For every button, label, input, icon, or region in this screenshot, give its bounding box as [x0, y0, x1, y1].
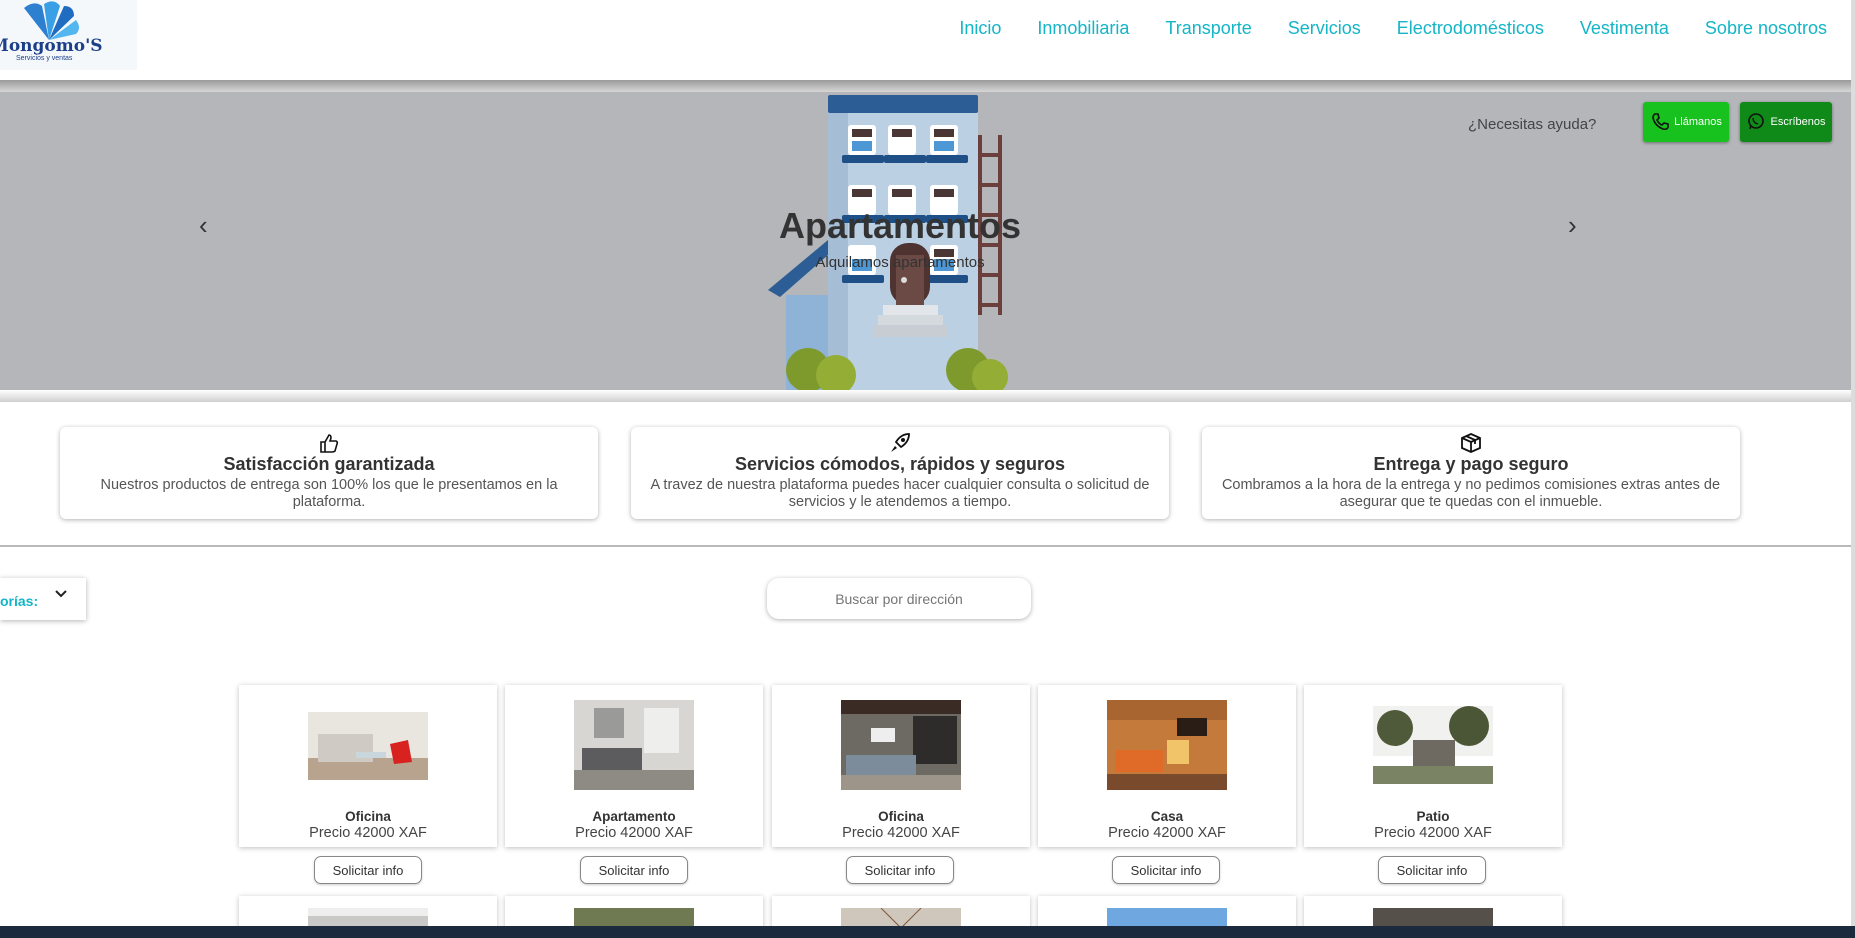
nav-transporte[interactable]: Transporte: [1165, 18, 1251, 39]
hero-title: Apartamentos: [778, 205, 1022, 246]
carousel-prev-icon[interactable]: ‹: [199, 212, 208, 238]
feature-title: Satisfacción garantizada: [223, 454, 435, 474]
feature-text: A travez de nuestra plataforma puedes ha…: [650, 477, 1150, 510]
whatsapp-button[interactable]: Escríbenos: [1740, 102, 1832, 142]
nav-vestimenta[interactable]: Vestimenta: [1580, 18, 1669, 39]
header-shadow: [0, 80, 1855, 92]
feature-text: Nuestros productos de entrega son 100% l…: [100, 477, 558, 510]
site-logo[interactable]: Mongomo'S Servicios y ventas: [0, 0, 137, 70]
listing-photo-house: [1107, 700, 1227, 790]
hero-carousel: Apartamentos Alquilamos apartamentos ‹ ›…: [0, 92, 1855, 390]
request-info-button[interactable]: Solicitar info: [314, 856, 422, 884]
listing-card[interactable]: Apartamento Precio 42000 XAF: [505, 685, 763, 847]
nav-servicios[interactable]: Servicios: [1288, 18, 1361, 39]
request-info-button[interactable]: Solicitar info: [1378, 856, 1486, 884]
listing-name: Apartamento: [592, 809, 676, 824]
main-nav: Inicio Inmobiliaria Transporte Servicios…: [923, 18, 1827, 39]
categories-dropdown[interactable]: orías:: [0, 578, 86, 620]
chevron-down-icon: [54, 586, 68, 604]
site-header: Mongomo'S Servicios y ventas Inicio Inmo…: [0, 0, 1855, 80]
page-scrollbar[interactable]: [1851, 0, 1855, 926]
categories-label: orías:: [0, 593, 39, 609]
feature-card-satisfaction: Satisfacción garantizada Nuestros produc…: [60, 427, 598, 519]
logo-subtitle: Servicios y ventas: [16, 55, 73, 62]
nav-inicio[interactable]: Inicio: [959, 18, 1001, 39]
whatsapp-icon: [1748, 113, 1765, 130]
rocket-icon: [891, 433, 910, 452]
nav-electrodomesticos[interactable]: Electrodomésticos: [1397, 18, 1544, 39]
call-button[interactable]: Llámanos: [1643, 102, 1729, 142]
feature-card-delivery: Entrega y pago seguro Combramos a la hor…: [1202, 427, 1740, 519]
listing-price: Precio 42000 XAF: [309, 825, 427, 841]
whatsapp-button-label: Escríbenos: [1770, 116, 1826, 128]
help-text: ¿Necesitas ayuda?: [1468, 116, 1597, 133]
hero-bottom-shadow: [0, 390, 1855, 402]
thumbs-up-icon: [320, 434, 339, 453]
listing-name: Casa: [1150, 809, 1184, 824]
listing-name: Oficina: [878, 809, 924, 824]
request-info-button[interactable]: Solicitar info: [846, 856, 954, 884]
listing-photo-apartment: [574, 700, 694, 790]
feature-title: Entrega y pago seguro: [1373, 454, 1569, 474]
listing-photo-office: [841, 700, 961, 790]
hero-subtitle: Alquilamos apartamentos: [815, 254, 985, 271]
listing-price: Precio 42000 XAF: [842, 825, 960, 841]
feature-title: Servicios cómodos, rápidos y seguros: [734, 454, 1066, 474]
os-taskbar: [0, 926, 1855, 938]
section-divider: [0, 545, 1855, 547]
logo-text: Mongomo'S: [0, 36, 103, 56]
request-info-button[interactable]: Solicitar info: [580, 856, 688, 884]
request-info-button[interactable]: Solicitar info: [1112, 856, 1220, 884]
carousel-next-icon[interactable]: ›: [1568, 212, 1577, 238]
listing-card[interactable]: Casa Precio 42000 XAF: [1038, 685, 1296, 847]
listing-name: Oficina: [345, 809, 391, 824]
listing-photo-office: [308, 700, 428, 790]
listing-price: Precio 42000 XAF: [575, 825, 693, 841]
listing-price: Precio 42000 XAF: [1108, 825, 1226, 841]
box-icon: [1461, 433, 1481, 453]
address-search-input[interactable]: [767, 578, 1031, 619]
feature-text: Combramos a la hora de la entrega y no p…: [1221, 477, 1721, 510]
call-button-label: Llámanos: [1674, 116, 1722, 128]
feature-card-services: Servicios cómodos, rápidos y seguros A t…: [631, 427, 1169, 519]
nav-inmobiliaria[interactable]: Inmobiliaria: [1037, 18, 1129, 39]
listing-card[interactable]: Oficina Precio 42000 XAF: [772, 685, 1030, 847]
listing-price: Precio 42000 XAF: [1374, 825, 1492, 841]
nav-sobre-nosotros[interactable]: Sobre nosotros: [1705, 18, 1827, 39]
listing-card[interactable]: Patio Precio 42000 XAF: [1304, 685, 1562, 847]
phone-icon: [1652, 113, 1669, 131]
listing-card[interactable]: Oficina Precio 42000 XAF: [239, 685, 497, 847]
listing-photo-patio: [1373, 700, 1493, 790]
listing-name: Patio: [1416, 809, 1450, 824]
